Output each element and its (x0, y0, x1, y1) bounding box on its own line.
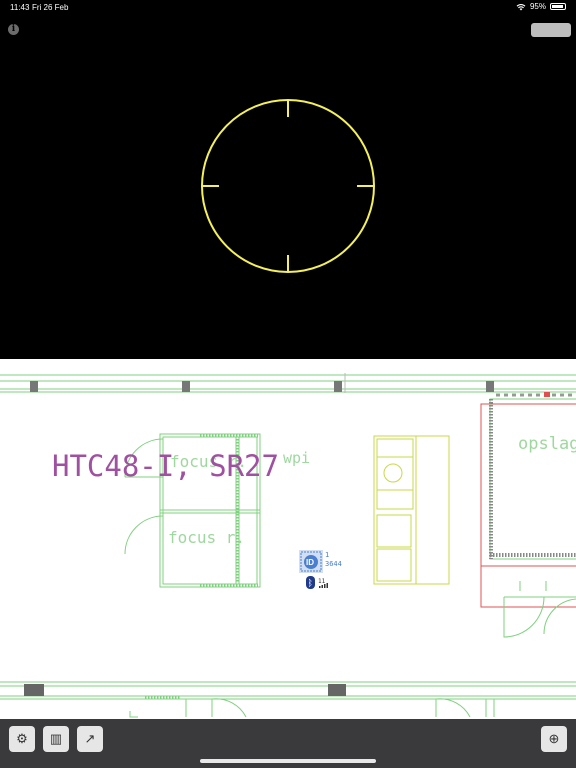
gear-icon: ⚙ (16, 731, 28, 746)
locate-button[interactable]: ⊕ (541, 726, 567, 752)
beacon-signal: 11 (318, 578, 326, 585)
status-bar: 11:43 Fri 26 Feb 95% (0, 0, 576, 14)
crosshair-icon (201, 99, 375, 273)
home-indicator[interactable] (200, 759, 376, 763)
info-icon[interactable]: i (8, 24, 19, 35)
beacon-number-1: 1 (325, 551, 329, 559)
beacon-id-label: ID (306, 558, 314, 567)
locate-icon: ⊕ (548, 731, 560, 746)
export-button[interactable]: ↗ (77, 726, 103, 752)
map-button[interactable]: ▥ (43, 726, 69, 752)
building-label: HTC48-I, SR27 (52, 449, 279, 483)
room-label-wpi: wpi (283, 449, 310, 467)
wifi-icon (516, 3, 526, 10)
floorplan-view[interactable]: focus r. focus r. wpi opslag HTC48-I, SR… (0, 359, 576, 719)
camera-view[interactable] (0, 14, 576, 359)
export-icon: ↗ (84, 731, 96, 746)
battery-icon (550, 3, 566, 10)
bluetooth-icon: ᛒ (308, 578, 313, 589)
floorplan-drawing: focus r. focus r. wpi opslag HTC48-I, SR… (0, 373, 576, 718)
beacon-number-2: 3644 (325, 560, 342, 568)
beacon-marker[interactable]: ID 1 3644 ᛒ 11 (299, 550, 342, 589)
room-label-focus-2: focus r. (168, 528, 245, 547)
top-right-button[interactable] (531, 23, 571, 37)
room-label-opslag: opslag (518, 434, 576, 454)
map-icon: ▥ (49, 731, 63, 746)
status-date: Fri 26 Feb (32, 3, 69, 12)
battery-percent: 95% (529, 2, 546, 11)
settings-button[interactable]: ⚙ (9, 726, 35, 752)
status-time: 11:43 (10, 3, 30, 12)
status-right: 95% (516, 2, 566, 11)
